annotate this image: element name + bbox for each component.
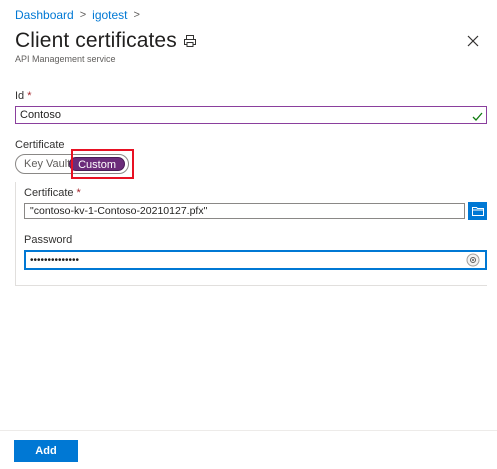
breadcrumb-igotest[interactable]: igotest [92, 8, 127, 22]
id-label: Id * [15, 90, 31, 102]
page-subtitle: API Management service [15, 54, 116, 64]
add-button[interactable]: Add [14, 440, 78, 462]
reveal-password-icon[interactable] [466, 253, 480, 267]
footer-divider [0, 430, 497, 431]
certificate-file-label: Certificate * [24, 187, 81, 199]
id-input[interactable] [15, 106, 487, 124]
breadcrumb-separator: > [79, 9, 87, 21]
highlight-box [71, 149, 134, 179]
breadcrumb-separator: > [133, 9, 140, 21]
password-label: Password [24, 234, 73, 246]
certificate-section-label: Certificate [15, 139, 65, 151]
required-mark: * [27, 90, 32, 102]
checkmark-icon [472, 109, 483, 121]
browse-file-button[interactable] [468, 202, 487, 220]
certificate-file-label-text: Certificate [24, 187, 74, 199]
folder-icon [471, 207, 484, 216]
close-icon[interactable] [467, 34, 479, 47]
password-input[interactable] [24, 250, 487, 270]
breadcrumb: Dashboard > igotest > [15, 8, 146, 22]
certificate-file-input[interactable] [24, 203, 465, 219]
custom-certificate-section [15, 182, 487, 286]
id-label-text: Id [15, 90, 25, 102]
required-mark: * [76, 187, 81, 199]
toggle-option-key-vault[interactable]: Key Vault [16, 158, 70, 170]
page-title: Client certificates [15, 29, 177, 52]
breadcrumb-dashboard[interactable]: Dashboard [15, 8, 74, 22]
print-icon[interactable] [183, 34, 197, 48]
